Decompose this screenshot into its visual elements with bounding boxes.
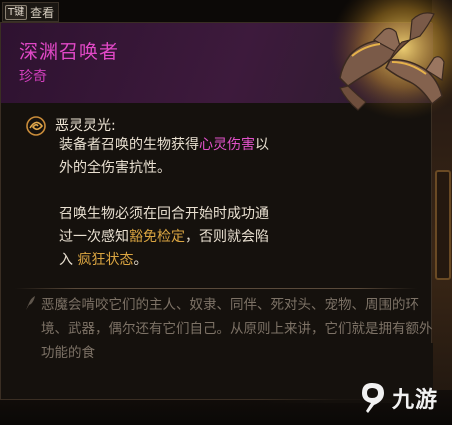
item-rarity: 珍奇 (19, 69, 47, 85)
gauntlets-item-icon (330, 0, 452, 120)
item-name: 深渊召唤者 (19, 41, 120, 63)
watermark-text: 九游 (392, 388, 439, 413)
ability-desc-line-5: 入 疯狂状态。 (59, 252, 148, 268)
ability-desc-line-4: 过一次感知豁免检定，否则就会陷 (59, 229, 269, 245)
saving-throw-keyword: 豁免检定 (129, 229, 185, 245)
hotkey-badge: T键 (5, 4, 28, 20)
ability-desc-line-2: 外的全伤害抗性。 (59, 160, 171, 176)
ability-desc-line-1: 装备者召唤的生物获得心灵伤害以 (59, 137, 269, 153)
section-divider (15, 288, 417, 289)
background-frame (435, 170, 451, 280)
madness-keyword: 疯狂状态 (77, 252, 134, 268)
ability-name: 恶灵灵光: (55, 118, 116, 134)
ability-desc-line-3: 召唤生物必须在回合开始时成功通 (59, 206, 269, 222)
quill-icon (26, 296, 35, 310)
9you-logo-icon (362, 383, 384, 413)
spiral-eye-icon (26, 116, 46, 136)
inspect-hotkey-hint[interactable]: T键 查看 (2, 2, 60, 22)
hotkey-label: 查看 (30, 5, 55, 20)
watermark-logo: 九游 (358, 374, 452, 422)
